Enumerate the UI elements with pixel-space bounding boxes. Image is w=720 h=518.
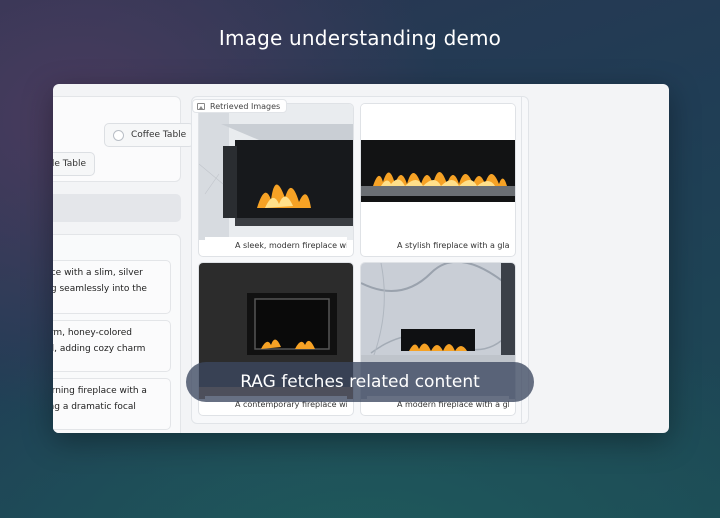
fireplace-photo [361,104,515,240]
description-item[interactable]: place with a slim, silver ging seamlessl… [53,260,171,314]
gallery-label: Retrieved Images [192,99,288,113]
thumbnail-caption: A sleek, modern fireplace wit… [205,237,347,253]
radio-option-side-table[interactable]: de Table [53,152,95,176]
accordion-header[interactable]: es [53,194,181,222]
description-text: place with a slim, silver ging seamlessl… [53,268,147,294]
demo-title: Image understanding demo [218,26,502,50]
image-icon [197,102,205,110]
radio-option-coffee-table[interactable]: Coffee Table [104,123,194,147]
description-text: -burning fireplace with a ating a dramat… [53,386,147,412]
thumbnail-caption: A stylish fireplace with a glass… [367,237,509,253]
radio-option-label: Coffee Table [131,130,187,140]
gallery-thumbnail[interactable]: A sleek, modern fireplace wit… [198,103,354,257]
overlay-banner: RAG fetches related content [186,362,534,402]
gallery-label-text: Retrieved Images [210,101,281,111]
description-item[interactable]: warm, honey-colored und, adding cozy cha… [53,320,171,372]
left-column: Coffee Table de Table es place with a sl… [53,84,194,433]
description-text: warm, honey-colored und, adding cozy cha… [53,328,146,354]
radio-circle-icon[interactable] [113,129,124,141]
description-item[interactable]: -burning fireplace with a ating a dramat… [53,378,171,430]
gallery-thumbnail[interactable]: A stylish fireplace with a glass… [360,103,516,257]
radio-option-label: de Table [53,159,86,169]
fireplace-photo [199,104,353,240]
